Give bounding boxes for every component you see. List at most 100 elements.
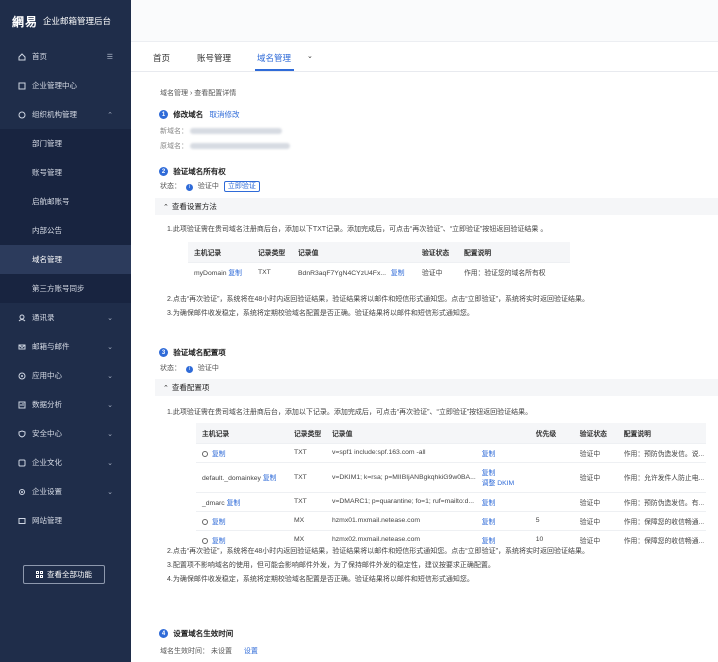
step2-instruction-3: 3.为确保邮件收发稳定，系统将定期校验域名配置是否正确。验证结果将以邮件和短信形… bbox=[167, 310, 474, 317]
sidebar-item-3[interactable]: 部门管理 bbox=[0, 129, 131, 158]
chart-icon bbox=[18, 401, 26, 409]
host-value: myDomain bbox=[194, 270, 227, 278]
copy-value-button[interactable]: 复制 bbox=[482, 538, 496, 545]
sidebar-item-10[interactable]: 邮箱与邮件 ⌄ bbox=[0, 332, 131, 361]
step4-title: 设置域名生效时间 bbox=[173, 629, 234, 638]
sidebar-item-7[interactable]: 域名管理 bbox=[0, 245, 131, 274]
effective-time-value: 未设置 bbox=[210, 648, 232, 655]
app-logo[interactable]: 網易 企业邮箱管理后台 bbox=[0, 0, 131, 42]
sidebar-item-15[interactable]: 企业设置 ⌄ bbox=[0, 477, 131, 506]
step2-panel-header[interactable]: ⌃ 查看设置方法 bbox=[155, 198, 718, 215]
table-row: myDomain 复制 TXT BdnR3aqF7YgN4CYzU4Fx... … bbox=[188, 261, 570, 282]
status-cell: 验证中 bbox=[573, 491, 618, 511]
type-cell: TXT bbox=[288, 461, 326, 492]
sidebar-item-4[interactable]: 账号管理 bbox=[0, 158, 131, 187]
app-icon bbox=[18, 372, 26, 380]
sidebar-item-6[interactable]: 内部公告 bbox=[0, 216, 131, 245]
copy-host-button[interactable]: 复制 bbox=[263, 475, 277, 482]
copy-host-button[interactable]: 复制 bbox=[228, 270, 242, 277]
top-bar bbox=[131, 0, 718, 42]
copy-value-button[interactable]: 复制 bbox=[482, 451, 496, 458]
value-cell: v=spf1 include:spf.163.com -all bbox=[326, 442, 476, 462]
copy-host-button[interactable]: 复制 bbox=[212, 519, 226, 526]
building-icon bbox=[18, 82, 26, 90]
copy-host-button[interactable]: 复制 bbox=[227, 500, 241, 507]
home-icon bbox=[18, 52, 26, 61]
step4-number: 4 bbox=[159, 629, 168, 639]
desc-cell: 作用：允许发件人防止电... bbox=[617, 461, 706, 492]
copy-host-button[interactable]: 复制 bbox=[212, 538, 226, 545]
copy-host-button[interactable]: 复制 bbox=[212, 451, 226, 458]
sidebar-item-label: 网站管理 bbox=[32, 516, 62, 525]
tab-domain[interactable]: 域名管理 bbox=[257, 52, 291, 64]
contacts-icon bbox=[18, 314, 26, 322]
desc-cell: 作用：预防伪造发信。有... bbox=[617, 491, 706, 511]
chevron-down-icon: ⌄ bbox=[107, 372, 113, 380]
th-value: 记录值 bbox=[326, 423, 476, 443]
sidebar-item-13[interactable]: 安全中心 ⌄ bbox=[0, 419, 131, 448]
sidebar-item-label: 企业设置 bbox=[32, 487, 62, 496]
record-value: BdnR3aqF7YgN4CYzU4Fx... bbox=[298, 270, 387, 278]
chevron-up-icon: ⌃ bbox=[163, 384, 169, 392]
step2-record-table: 主机记录 记录类型 记录值 验证状态 配置说明 myDomain 复制 TXT … bbox=[188, 242, 570, 282]
adjust-dkim-link[interactable]: 调整 DKIM bbox=[482, 480, 514, 487]
sidebar-item-9[interactable]: 通讯录 ⌄ bbox=[0, 303, 131, 332]
sidebar-item-8[interactable]: 第三方账号同步 bbox=[0, 274, 131, 303]
value-cell: hzmx01.mxmail.netease.com bbox=[326, 510, 476, 530]
sidebar-item-2[interactable]: 组织机构管理 ⌃ bbox=[0, 100, 131, 129]
gear-icon bbox=[18, 488, 26, 496]
sidebar-item-12[interactable]: 数据分析 ⌄ bbox=[0, 390, 131, 419]
verify-now-button[interactable]: 立即验证 bbox=[223, 181, 260, 192]
breadcrumb-separator: › bbox=[189, 90, 193, 97]
breadcrumb-parent[interactable]: 域名管理 bbox=[160, 90, 188, 97]
copy-value-button[interactable]: 复制 bbox=[391, 270, 405, 277]
step3-record-table: 主机记录 记录类型 记录值 优先级 验证状态 配置说明 复制 TXT v=spf1 … bbox=[196, 423, 706, 549]
at-icon bbox=[202, 537, 208, 544]
chevron-up-icon: ⌃ bbox=[163, 203, 169, 211]
info-icon: i bbox=[185, 365, 193, 373]
menu-collapse-icon[interactable]: ☰ bbox=[107, 53, 113, 61]
step3-status-value: 验证中 bbox=[197, 365, 219, 372]
step3-number: 3 bbox=[159, 348, 168, 358]
main-area: 首页 账号管理 域名管理 ⌄ 域名管理 › 查看配置详情 1 修改域名 取消修改… bbox=[131, 0, 718, 662]
tab-home[interactable]: 首页 bbox=[153, 52, 170, 64]
step3-instruction-1: 1.此项验证需在贵司域名注册商后台，添加以下记录。添加完成后，可点击“再次验证”… bbox=[167, 409, 533, 416]
th-desc: 配置说明 bbox=[458, 242, 570, 262]
sidebar: 網易 企业邮箱管理后台 首页 ☰ 企业管理中心 组织机构管理 ⌃ 部门管理 账号管理启航邮账… bbox=[0, 0, 131, 662]
type-cell: TXT bbox=[252, 261, 292, 282]
tab-more-chevron-icon[interactable]: ⌄ bbox=[307, 52, 313, 60]
sidebar-item-16[interactable]: 网站管理 bbox=[0, 506, 131, 535]
sidebar-item-label: 启航邮账号 bbox=[32, 197, 70, 206]
desc-cell: 作用：保障您的收信畅通... bbox=[617, 510, 706, 530]
cancel-modify-link[interactable]: 取消修改 bbox=[209, 110, 239, 119]
sidebar-item-14[interactable]: 企业文化 ⌄ bbox=[0, 448, 131, 477]
org-icon bbox=[18, 111, 26, 119]
sidebar-item-0[interactable]: 首页 ☰ bbox=[0, 42, 131, 71]
copy-cell: 复制 bbox=[475, 491, 530, 511]
set-effective-time-link[interactable]: 设置 bbox=[244, 648, 258, 655]
sidebar-item-11[interactable]: 应用中心 ⌄ bbox=[0, 361, 131, 390]
sidebar-item-1[interactable]: 企业管理中心 bbox=[0, 71, 131, 100]
copy-value-button[interactable]: 复制 bbox=[482, 470, 496, 477]
type-cell: TXT bbox=[288, 491, 326, 511]
step2-title: 验证域名所有权 bbox=[173, 167, 226, 176]
step2-instruction-1: 1.此项验证需在贵司域名注册商后台，添加以下TXT记录。添加完成后，可点击“再次… bbox=[167, 226, 548, 233]
type-cell: TXT bbox=[288, 442, 326, 462]
at-icon bbox=[202, 518, 208, 525]
sidebar-item-label: 通讯录 bbox=[32, 313, 55, 322]
sidebar-nav: 首页 ☰ 企业管理中心 组织机构管理 ⌃ 部门管理 账号管理启航邮账号内部公告 域名管理 第三方… bbox=[0, 42, 131, 535]
tab-account[interactable]: 账号管理 bbox=[197, 52, 231, 64]
step2-status-value: 验证中 bbox=[197, 183, 219, 190]
view-all-functions-button[interactable]: 查看全部功能 bbox=[23, 565, 105, 584]
copy-value-button[interactable]: 复制 bbox=[482, 519, 496, 526]
chevron-down-icon: ⌄ bbox=[107, 430, 113, 438]
host-value: default._domainkey bbox=[202, 475, 261, 482]
host-cell: default._domainkey 复制 bbox=[196, 461, 288, 492]
sidebar-item-5[interactable]: 启航邮账号 bbox=[0, 187, 131, 216]
value-cell: v=DMARC1; p=quarantine; fo=1; ruf=mailto… bbox=[326, 491, 476, 511]
step3-panel-header[interactable]: ⌃ 查看配置项 bbox=[155, 379, 718, 396]
copy-value-button[interactable]: 复制 bbox=[482, 500, 496, 507]
priority-cell bbox=[529, 461, 574, 492]
copy-cell: 复制调整 DKIM bbox=[475, 461, 530, 492]
old-domain-row: 原域名： bbox=[160, 141, 290, 151]
